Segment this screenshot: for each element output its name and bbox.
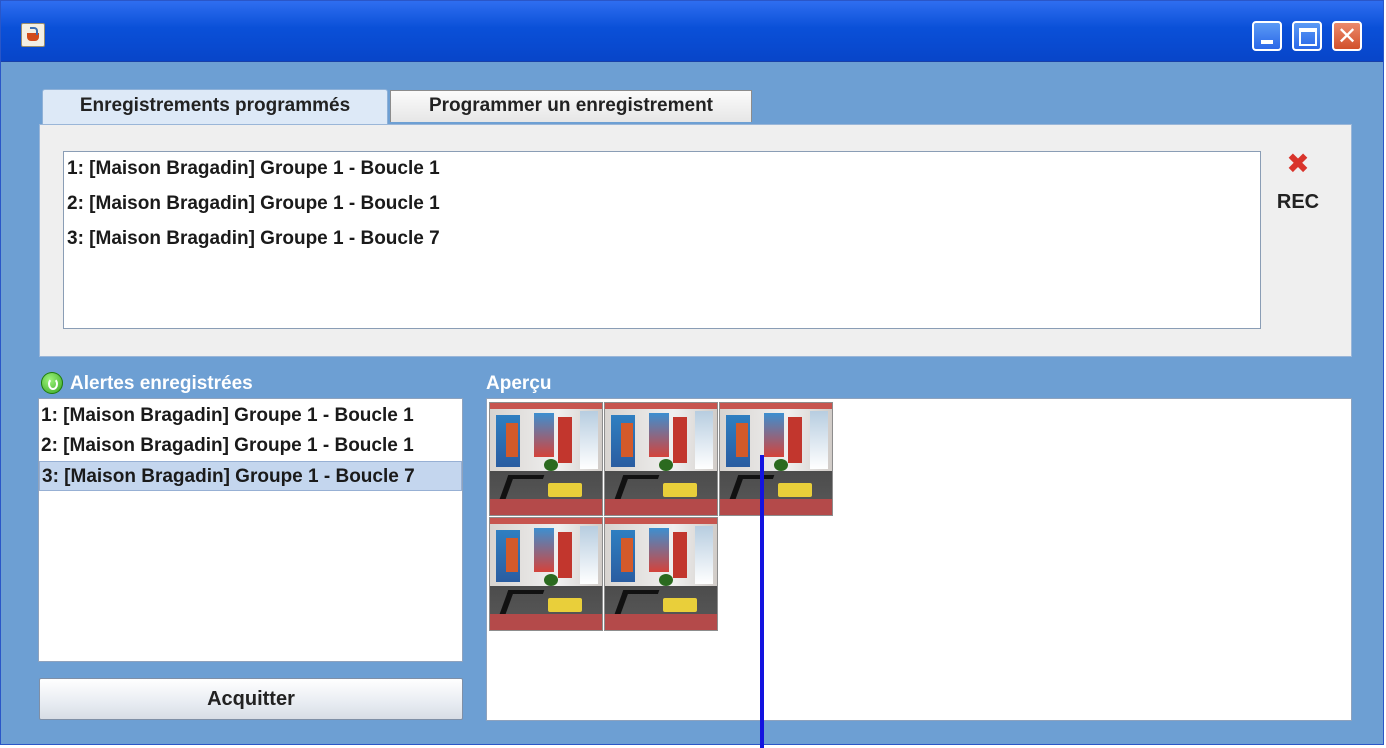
preview-thumbnail[interactable]: [604, 517, 718, 631]
scheduled-recordings-list[interactable]: 1: [Maison Bragadin] Groupe 1 - Boucle 1…: [63, 151, 1261, 329]
close-button[interactable]: ✕: [1332, 21, 1362, 51]
list-item[interactable]: 1: [Maison Bragadin] Groupe 1 - Boucle 1: [39, 401, 462, 431]
tab-scheduled-recordings[interactable]: Enregistrements programmés: [42, 89, 388, 124]
maximize-button[interactable]: [1292, 21, 1322, 51]
list-item-selected[interactable]: 3: [Maison Bragadin] Groupe 1 - Boucle 7: [39, 461, 462, 491]
preview-panel: [486, 398, 1352, 721]
list-item[interactable]: 3: [Maison Bragadin] Groupe 1 - Boucle 7: [64, 222, 1260, 257]
recorded-alerts-list[interactable]: 1: [Maison Bragadin] Groupe 1 - Boucle 1…: [38, 398, 463, 662]
preview-thumbnail[interactable]: [719, 402, 833, 516]
preview-thumbnail[interactable]: [604, 402, 718, 516]
preview-thumbnail[interactable]: [489, 402, 603, 516]
acknowledge-button[interactable]: Acquitter: [39, 678, 463, 720]
delete-icon[interactable]: ✖: [1285, 150, 1311, 178]
annotation-line: [760, 455, 764, 748]
preview-title: Aperçu: [486, 373, 552, 394]
app-window: ✕ Enregistrements programmés Programmer …: [0, 0, 1384, 748]
tab-schedule-recording[interactable]: Programmer un enregistrement: [390, 90, 752, 122]
alerts-title: Alertes enregistrées: [70, 373, 253, 394]
list-item[interactable]: 2: [Maison Bragadin] Groupe 1 - Boucle 1: [39, 431, 462, 461]
rec-button-label[interactable]: REC: [1273, 191, 1323, 214]
minimize-button[interactable]: [1252, 21, 1282, 51]
list-item[interactable]: 1: [Maison Bragadin] Groupe 1 - Boucle 1: [64, 152, 1260, 187]
list-item[interactable]: 2: [Maison Bragadin] Groupe 1 - Boucle 1: [64, 187, 1260, 222]
preview-thumbnail[interactable]: [489, 517, 603, 631]
java-app-icon: [21, 23, 45, 47]
title-bar[interactable]: ✕: [1, 1, 1383, 62]
refresh-icon: [41, 372, 63, 394]
close-icon: ✕: [1336, 22, 1358, 50]
